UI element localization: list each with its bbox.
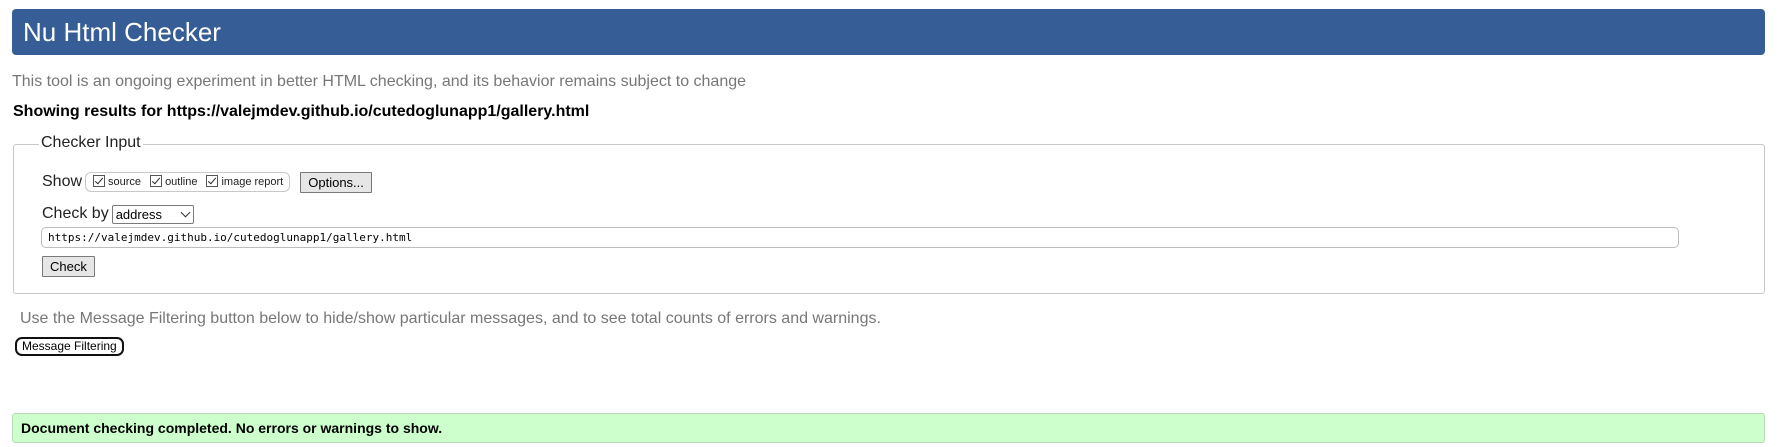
image-report-checkbox-label: image report: [221, 176, 284, 188]
chevron-down-icon: [180, 207, 191, 217]
result-success-message: Document checking completed. No errors o…: [12, 413, 1765, 443]
source-checkbox-label: source: [108, 176, 142, 188]
check-by-select-value: address: [115, 206, 162, 222]
show-label: Show: [42, 173, 83, 190]
checkmark-icon[interactable]: [206, 174, 219, 187]
checker-input-fieldset: Checker Input Show source outline image …: [13, 134, 1765, 294]
image-report-checkbox[interactable]: image report: [206, 174, 284, 188]
message-filtering-button[interactable]: Message Filtering: [15, 337, 124, 356]
page-header: Nu Html Checker: [12, 9, 1765, 55]
check-by-row: Check by address: [42, 204, 194, 224]
outline-checkbox[interactable]: outline: [150, 174, 198, 188]
checkmark-icon[interactable]: [150, 174, 163, 187]
tagline: This tool is an ongoing experiment in be…: [12, 73, 747, 90]
checkmark-icon[interactable]: [93, 174, 106, 187]
options-button[interactable]: Options...: [300, 171, 372, 193]
message-filtering-note: Use the Message Filtering button below t…: [20, 310, 881, 327]
check-by-select[interactable]: address: [111, 204, 194, 224]
source-checkbox[interactable]: source: [93, 174, 142, 188]
page-title: Nu Html Checker: [23, 17, 221, 47]
showing-results-heading: Showing results for https://valejmdev.gi…: [13, 103, 590, 120]
check-button[interactable]: Check: [42, 256, 95, 277]
show-options-row: Show source outline image report Options…: [42, 171, 372, 193]
checker-input-legend: Checker Input: [39, 134, 143, 152]
show-checkbox-group: source outline image report: [85, 172, 291, 192]
url-input[interactable]: https://valejmdev.github.io/cutedoglunap…: [41, 227, 1679, 248]
check-by-label: Check by: [42, 205, 109, 222]
outline-checkbox-label: outline: [165, 176, 198, 188]
